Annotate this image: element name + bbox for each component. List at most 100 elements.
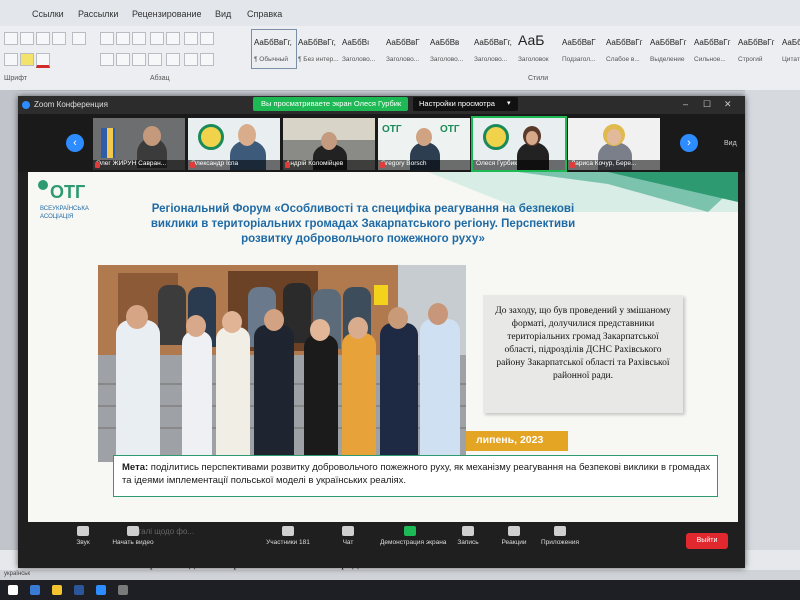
app-icon[interactable] [118,585,128,595]
tab-mailings[interactable]: Рассылки [78,9,118,19]
zoom-icon[interactable] [96,585,106,595]
tab-help[interactable]: Справка [247,9,282,19]
tab-links[interactable]: Ссылки [32,9,64,19]
date-badge: липень, 2023 [466,431,568,451]
style-name: Заголово... [342,56,376,63]
zoom-logo-icon [22,101,30,109]
zoom-toolbar: Деталі щодо фо... Звук Начать видео Учас… [18,522,745,568]
style-item[interactable]: АаБбВвГ Подзагол... [560,30,604,68]
participant-tile[interactable]: Олег ЖИРУН Савран... [93,118,185,170]
logo-text: ОТГ [50,182,86,202]
participants-icon [282,526,294,536]
chat-icon [342,526,354,536]
zoom-titlebar[interactable]: Zoom Конференция Вы просматриваете экран… [18,96,745,114]
style-item[interactable]: АаБ Заголовок [516,30,560,68]
style-sample: АаБбВı [342,38,370,47]
goal-text: Мета: поділитись перспективами розвитку … [122,461,712,487]
decrease-indent-button[interactable] [150,32,164,45]
info-box: До заходу, що був проведений у змішаному… [483,295,683,413]
zoom-title: Zoom Конференция [34,100,108,109]
style-sample: АаБбВвГг, [298,38,336,47]
style-item[interactable]: АаБбВвГг Строгий [736,30,780,68]
view-button[interactable]: Вид [724,140,737,147]
style-item[interactable]: АаБбВı Заголово... [340,30,384,68]
shrink-font-button[interactable] [36,32,50,45]
participant-name: Олеся Гурбик [473,160,565,170]
otg-logo: ОТГ [440,124,460,135]
style-item[interactable]: АаБбВв Заголово... [428,30,472,68]
justify-button[interactable] [148,53,162,66]
line-spacing-button[interactable] [166,53,180,66]
bullets-button[interactable] [100,32,114,45]
video-label: Начать видео [112,539,154,546]
tab-view[interactable]: Вид [215,9,231,19]
chat-label: Чат [342,539,354,546]
style-item[interactable]: АаБбВвГг, Заголово... [472,30,516,68]
participant-tile[interactable]: Олександр Іспа [188,118,280,170]
prev-participants-icon[interactable]: ‹ [66,134,84,152]
align-center-button[interactable] [116,53,130,66]
participant-tile[interactable]: ОТГ ОТГ Gregory Borsch [378,118,470,170]
style-item[interactable]: АаБбВвГг Сильное... [692,30,736,68]
close-icon[interactable]: ✕ [724,99,732,110]
pilcrow-button[interactable] [200,32,214,45]
numbering-button[interactable] [116,32,130,45]
share-banner-text: Вы просматриваете экран Олеся Гурбик [261,99,402,108]
style-item[interactable]: АаБбВвГг Слабое в... [604,30,648,68]
grow-font-button[interactable] [20,32,34,45]
date-text: липень, 2023 [476,434,544,446]
participants-button[interactable]: Участники 181 [258,526,318,546]
style-item[interactable]: АаБбВвГ Цитата [780,30,800,68]
highlight-button[interactable] [20,53,34,66]
clear-format-button[interactable] [72,32,86,45]
font-color-button[interactable] [36,53,50,68]
word-icon[interactable] [74,585,84,595]
start-icon[interactable] [8,585,18,595]
style-name: Строгий [738,56,763,63]
increase-indent-button[interactable] [166,32,180,45]
shading-button[interactable] [184,53,198,66]
chat-button[interactable]: Чат [318,526,378,546]
style-sample: АаБбВвГг, [254,38,292,47]
shared-slide: ОТГ ВСЕУКРАЇНСЬКА АСОЦІАЦІЯ Регіональний… [28,172,738,522]
language-status[interactable]: українськ [4,571,30,577]
tab-review[interactable]: Рецензирование [132,9,202,19]
folder-icon[interactable] [52,585,62,595]
ribbon: Шрифт Абзац АаБбВвГг, ¶ Обычный АаБбВвГг, ¶… [0,26,800,91]
apps-button[interactable]: Приложения [530,526,590,546]
participant-tile[interactable]: Андрій Коломійцев [283,118,375,170]
participant-strip: ‹ Олег ЖИРУН Савран... Олександр Іспа Ан… [18,114,745,172]
status-bar: українськ [0,570,800,580]
text-effects-button[interactable] [4,53,18,66]
leave-button[interactable]: Выйти [686,533,728,549]
borders-button[interactable] [200,53,214,66]
style-sample: АаБ [518,32,545,48]
edge-icon[interactable] [30,585,40,595]
style-item[interactable]: АаБбВвГ Заголово... [384,30,428,68]
style-item[interactable]: АаБбВвГг Выделение [648,30,692,68]
share-screen-icon [404,526,416,536]
group-photo [98,265,466,462]
view-options-button[interactable]: Настройки просмотра ▾ [413,97,518,111]
next-participants-icon[interactable]: › [680,134,698,152]
record-icon [462,526,474,536]
minimize-icon[interactable]: – [683,99,688,109]
share-screen-button[interactable]: Демонстрация экрана [380,526,446,546]
maximize-icon[interactable]: ☐ [703,99,711,110]
document-margin-right [745,90,800,570]
align-right-button[interactable] [132,53,146,66]
style-item[interactable]: АаБбВвГг, ¶ Обычный [251,29,297,69]
font-size-button[interactable] [4,32,18,45]
participant-tile[interactable]: Лариса Кочур, Бере... [568,118,660,170]
style-name: Подзагол... [562,56,596,63]
align-left-button[interactable] [100,53,114,66]
start-video-button[interactable]: Начать видео [103,526,163,546]
style-name: ¶ Без интер... [298,56,339,63]
multilevel-button[interactable] [132,32,146,45]
style-item[interactable]: АаБбВвГг, ¶ Без интер... [296,30,340,68]
sort-button[interactable] [184,32,198,45]
otg-logo: ОТГ ВСЕУКРАЇНСЬКА АСОЦІАЦІЯ [38,180,118,230]
participant-tile-active[interactable]: Олеся Гурбик [471,116,567,172]
style-name: ¶ Обычный [254,56,289,63]
case-button[interactable] [52,32,66,45]
